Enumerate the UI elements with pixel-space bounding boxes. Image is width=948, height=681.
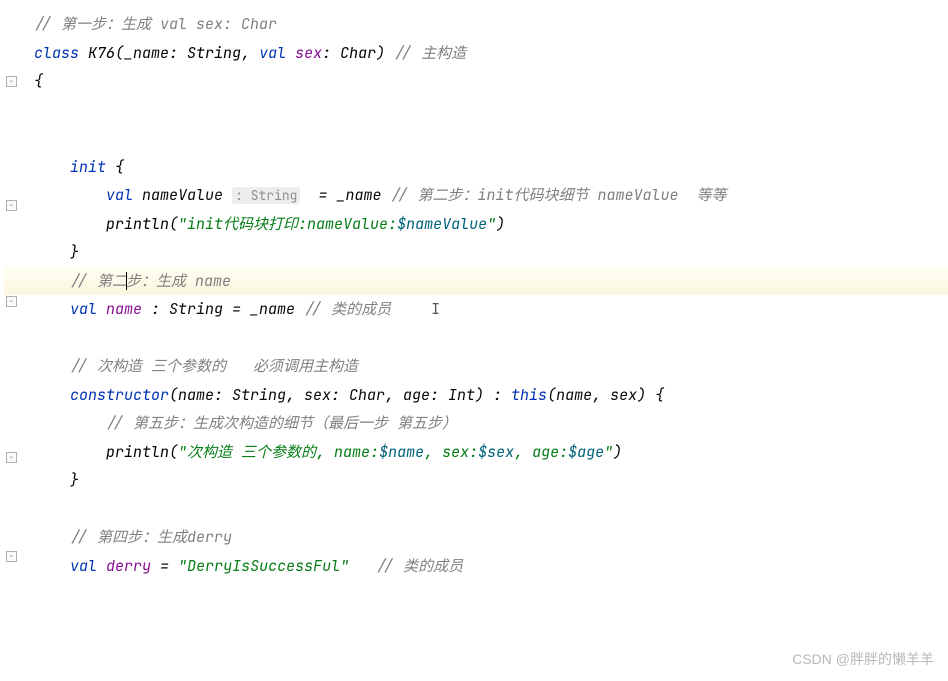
mouse-cursor-icon: I: [431, 295, 440, 324]
code-text: ,: [241, 43, 259, 63]
function-call: println: [106, 214, 169, 234]
code-text: = _name: [300, 185, 390, 205]
paren: (: [169, 214, 178, 234]
comment-part: 步：生成 name: [126, 271, 231, 291]
string-template: $age: [568, 442, 604, 462]
type: String: [187, 43, 241, 63]
code-text: (name, sex) {: [547, 385, 664, 405]
comment-part: // 第二: [70, 271, 127, 291]
code-line-active[interactable]: // 第二步：生成 name: [4, 267, 948, 296]
keyword-this: this: [511, 385, 547, 405]
variable-name: nameValue: [142, 185, 223, 205]
comment: // 类的成员: [304, 299, 391, 319]
keyword-val: val: [70, 299, 106, 319]
keyword-val: val: [70, 556, 106, 576]
code-text: ): [376, 43, 394, 63]
code-line[interactable]: }: [4, 238, 948, 267]
code-text: [349, 556, 376, 576]
keyword-val: val: [106, 185, 142, 205]
string-literal: , sex:: [424, 442, 478, 462]
code-text: =: [160, 556, 178, 576]
code-line[interactable]: val nameValue : String = _name // 第二步：in…: [4, 181, 948, 210]
empty-line[interactable]: [4, 324, 948, 353]
string-literal: ": [604, 442, 613, 462]
string-literal: "次构造 三个参数的, name:: [178, 442, 379, 462]
comment: // 类的成员: [376, 556, 463, 576]
property: sex: [295, 43, 322, 63]
keyword-class: class: [34, 43, 88, 63]
code-editor[interactable]: − − − − − // 第一步：生成 val sex: Char class …: [4, 10, 948, 580]
code-line[interactable]: constructor(name: String, sex: Char, age…: [4, 381, 948, 410]
type: Char: [340, 43, 376, 63]
keyword-init: init: [70, 157, 115, 177]
watermark: CSDN @胖胖的懒羊羊: [792, 646, 934, 673]
keyword-constructor: constructor: [70, 385, 169, 405]
string-template: $name: [379, 442, 424, 462]
keyword-val: val: [259, 43, 295, 63]
code-line[interactable]: println("init代码块打印:nameValue:$nameValue"…: [4, 210, 948, 239]
code-line[interactable]: val name : String = _name // 类的成员 I: [4, 295, 948, 324]
code-line[interactable]: }: [4, 466, 948, 495]
string-literal: ": [487, 214, 496, 234]
paren: ): [613, 442, 622, 462]
code-line[interactable]: val derry = "DerryIsSuccessFul" // 类的成员: [4, 552, 948, 581]
code-line[interactable]: // 第五步：生成次构造的细节（最后一步 第五步）: [4, 409, 948, 438]
string-literal: "init代码块打印:nameValue:: [178, 214, 397, 234]
brace: {: [34, 71, 43, 91]
property: derry: [106, 556, 160, 576]
empty-line[interactable]: [4, 495, 948, 524]
string-template: $nameValue: [397, 214, 487, 234]
code-line[interactable]: class K76(_name: String, val sex: Char) …: [4, 39, 948, 68]
code-text: : String = _name: [151, 299, 304, 319]
empty-line[interactable]: [4, 124, 948, 153]
comment: // 主构造: [394, 43, 466, 63]
string-literal: "DerryIsSuccessFul": [178, 556, 349, 576]
empty-line[interactable]: [4, 96, 948, 125]
property: name: [106, 299, 151, 319]
comment: // 次构造 三个参数的 必须调用主构造: [70, 356, 358, 376]
class-name: K76: [88, 43, 115, 63]
type-hint: : String: [232, 187, 300, 204]
comment: // 第五步：生成次构造的细节（最后一步 第五步）: [106, 413, 457, 433]
code-line[interactable]: // 次构造 三个参数的 必须调用主构造: [4, 352, 948, 381]
comment: // 第二步：生成 name: [70, 271, 231, 291]
function-call: println: [106, 442, 169, 462]
paren: ): [496, 214, 505, 234]
code-line[interactable]: {: [4, 67, 948, 96]
comment: // 第二步：init代码块细节 nameValue 等等: [390, 185, 726, 205]
comment: // 第一步：生成 val sex: Char: [34, 14, 277, 34]
code-line[interactable]: // 第四步：生成derry: [4, 523, 948, 552]
brace: {: [115, 157, 124, 177]
string-literal: , age:: [514, 442, 568, 462]
paren: (: [169, 442, 178, 462]
code-line[interactable]: // 第一步：生成 val sex: Char: [4, 10, 948, 39]
code-line[interactable]: println("次构造 三个参数的, name:$name, sex:$sex…: [4, 438, 948, 467]
code-text: (_name:: [115, 43, 187, 63]
string-template: $sex: [478, 442, 514, 462]
brace: }: [70, 242, 79, 262]
code-text: (name: String, sex: Char, age: Int) :: [169, 385, 511, 405]
comment: // 第四步：生成derry: [70, 527, 232, 547]
brace: }: [70, 470, 79, 490]
code-line[interactable]: init {: [4, 153, 948, 182]
code-text: :: [322, 43, 340, 63]
